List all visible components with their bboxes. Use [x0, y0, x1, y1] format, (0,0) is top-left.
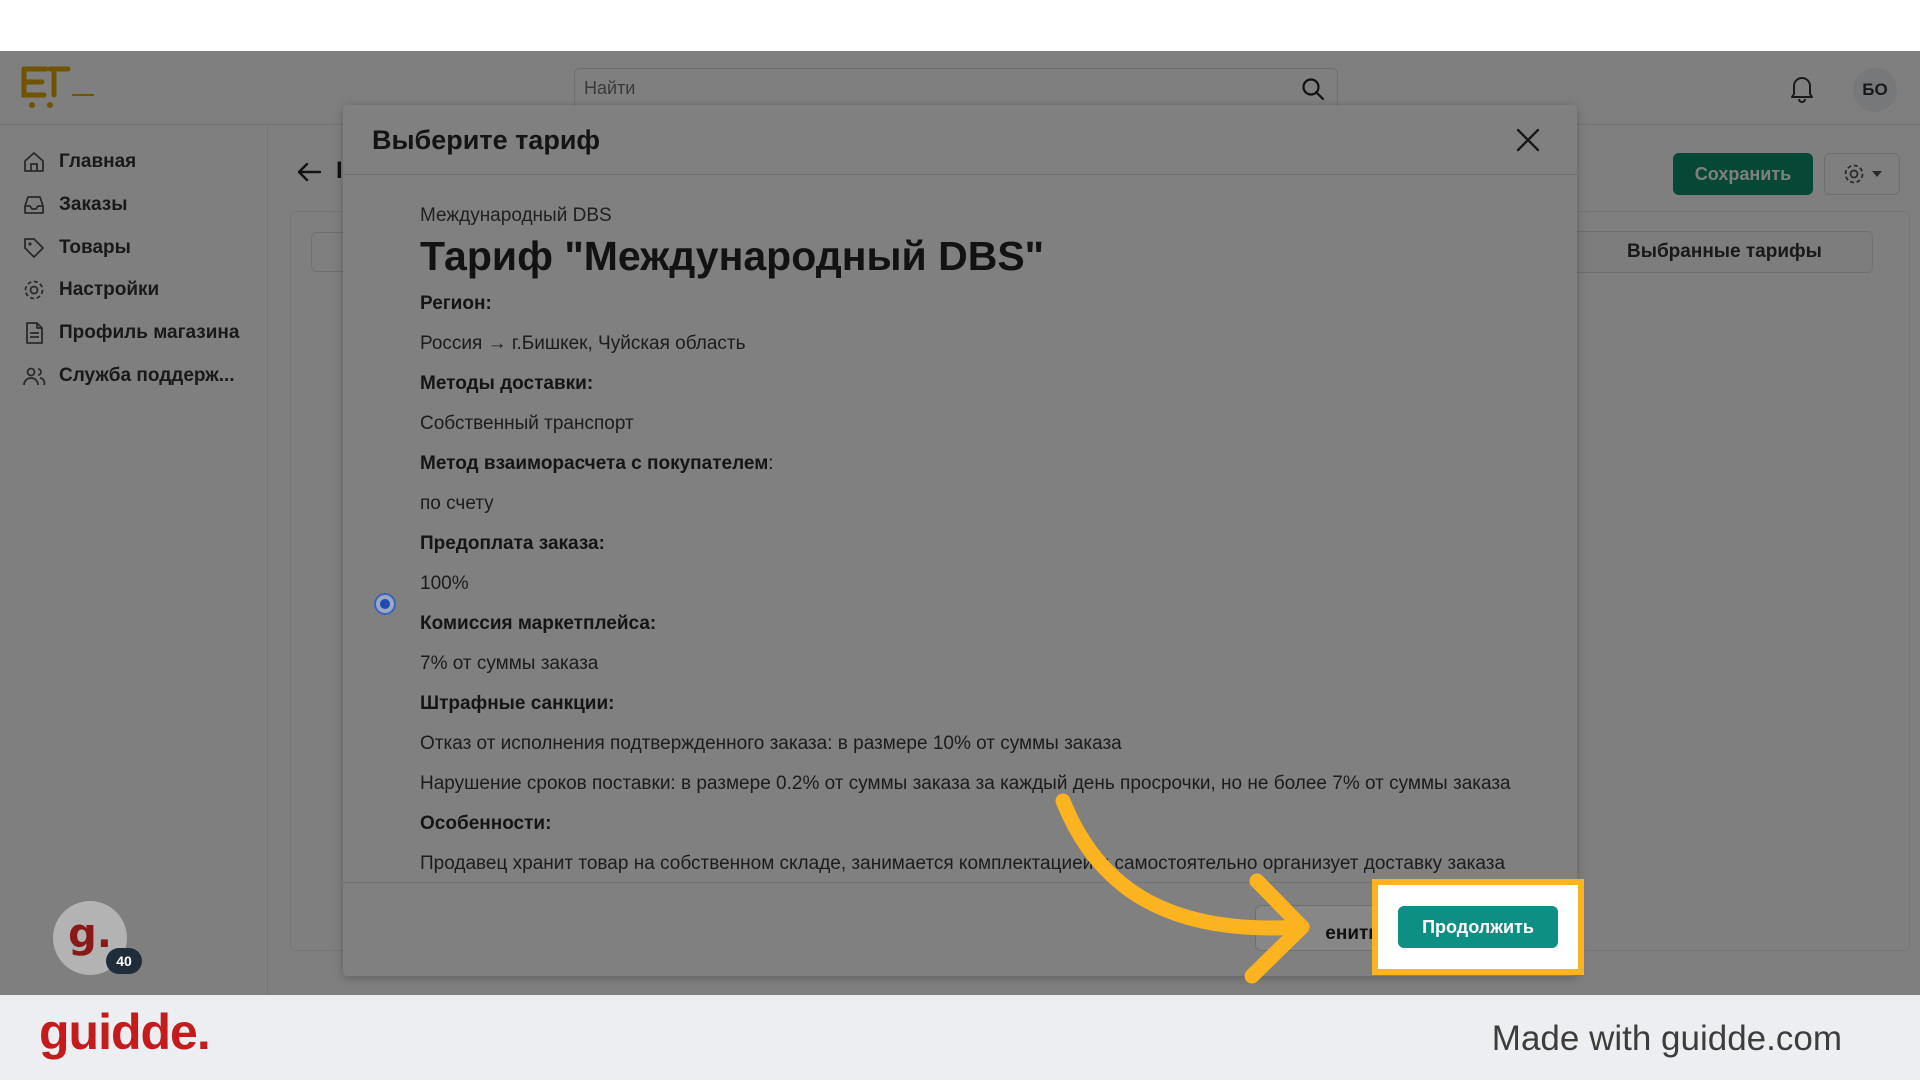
notification-count-badge: 40 — [106, 948, 142, 974]
modal-body: Международный DBS Тариф "Международный D… — [343, 175, 1577, 882]
settlement-label-text: Метод взаиморасчета с покупателем — [420, 453, 769, 474]
modal-title: Выберите тариф — [372, 125, 601, 155]
branding-bar: guidde. Made with guidde.com — [0, 995, 1920, 1080]
features-label: Особенности: — [420, 813, 552, 834]
app-screenshot: БО Главная Заказы Товары Настройки Профи… — [0, 51, 1920, 995]
tariff-radio[interactable] — [374, 593, 396, 615]
close-icon[interactable] — [1513, 125, 1543, 155]
prepay-label: Предоплата заказа: — [420, 533, 605, 554]
penalty-delay: Нарушение сроков поставки: в размере 0.2… — [420, 773, 1511, 794]
modal-header: Выберите тариф — [343, 105, 1577, 175]
settlement-label: Метод взаиморасчета с покупателем: — [420, 453, 774, 475]
penalties-label: Штрафные санкции: — [420, 693, 615, 714]
tariff-modal: Выберите тариф Международный DBS Тариф "… — [343, 105, 1577, 976]
settlement-colon: : — [768, 453, 774, 474]
delivery-value: Собственный транспорт — [420, 413, 634, 434]
features-value: Продавец хранит товар на собственном скл… — [420, 853, 1506, 874]
region-value: Россия → г.Бишкек, Чуйская область — [420, 333, 746, 354]
continue-button[interactable]: Продолжить — [1398, 906, 1558, 948]
tariff-name: Тариф "Международный DBS" — [420, 233, 1045, 279]
tariff-subtitle: Международный DBS — [420, 205, 612, 226]
commission-label: Комиссия маркетплейса: — [420, 613, 657, 634]
delivery-label: Методы доставки: — [420, 373, 594, 394]
made-with-text: Made with guidde.com — [1491, 1019, 1842, 1058]
penalty-refusal: Отказ от исполнения подтвержденного зака… — [420, 733, 1122, 754]
region-label: Регион: — [420, 293, 492, 314]
prepay-value: 100% — [420, 573, 469, 594]
settlement-value: по счету — [420, 493, 494, 514]
guidde-logo[interactable]: guidde. — [39, 1003, 211, 1061]
commission-value: 7% от суммы заказа — [420, 653, 599, 674]
